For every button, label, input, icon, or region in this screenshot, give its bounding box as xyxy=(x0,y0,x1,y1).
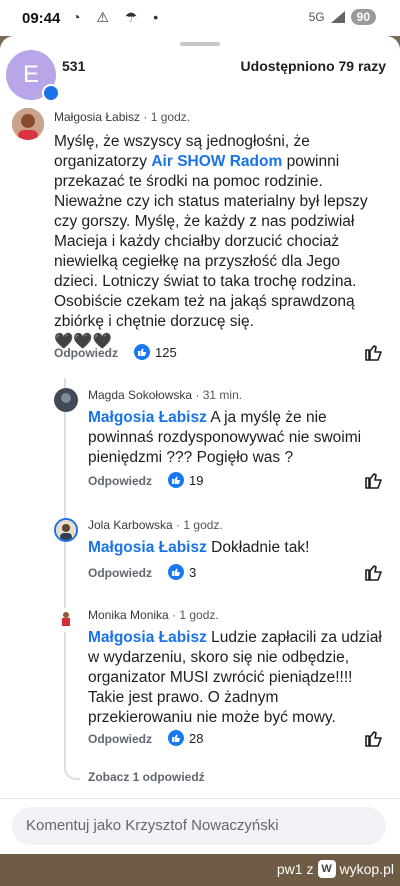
see-more-replies-link[interactable]: Zobacz 1 odpowiedź xyxy=(88,770,205,784)
reply-button[interactable]: Odpowiedz xyxy=(54,346,118,360)
battery-icon: 90 xyxy=(350,9,376,25)
notification-icons: ◔ ⚠ ☂ • xyxy=(72,9,165,25)
watermark-user: pw1 xyxy=(276,861,303,877)
like-number: 28 xyxy=(189,730,204,746)
status-bar: 09:44 ◔ ⚠ ☂ • 5G 90 xyxy=(0,0,400,36)
shares-count[interactable]: Udostępniono 79 razy xyxy=(241,58,386,74)
wifi-signal-icon xyxy=(330,11,345,23)
mention-link[interactable]: Małgosia Łabisz xyxy=(88,539,207,556)
user-photo-icon xyxy=(54,388,78,412)
comment-text: Myślę, że wszyscy są jednogłośni, że org… xyxy=(54,132,380,352)
comment-text: Małgosia Łabisz Ludzie zapłacili za udzi… xyxy=(88,628,384,728)
comments-sheet: 531 Udostępniono 79 razy E Małgosia Łabi… xyxy=(0,36,400,854)
reply-button[interactable]: Odpowiedz xyxy=(88,732,152,746)
comment-input[interactable]: Komentuj jako Krzysztof Nowaczyński xyxy=(12,807,386,845)
comment-author-line: Jola Karbowska · 1 godz. xyxy=(88,518,223,532)
like-badge-icon xyxy=(168,564,184,580)
like-badge-icon xyxy=(168,472,184,488)
comment-author[interactable]: Magda Sokołowska xyxy=(88,388,192,402)
thread-line xyxy=(64,378,66,768)
reply-button[interactable]: Odpowiedz xyxy=(88,566,152,580)
like-count[interactable]: 125 xyxy=(134,344,177,360)
avatar-malgosia[interactable] xyxy=(12,108,44,140)
comment-author-line: Magda Sokołowska · 31 min. xyxy=(88,388,243,402)
comment-time[interactable]: 1 godz. xyxy=(183,518,222,532)
comment-author-line: Małgosia Łabisz · 1 godz. xyxy=(54,110,191,124)
comment-text: Małgosia Łabisz A ja myślę że nie powinn… xyxy=(88,408,378,468)
messenger-badge-icon xyxy=(42,84,60,102)
avatar-monika[interactable] xyxy=(54,608,78,632)
like-number: 3 xyxy=(189,564,197,580)
mention-link[interactable]: Małgosia Łabisz xyxy=(88,629,207,646)
wykop-logo-icon: W xyxy=(317,860,336,878)
user-photo-icon xyxy=(54,608,78,632)
comment-time[interactable]: 31 min. xyxy=(203,388,242,402)
reactions-count[interactable]: 531 xyxy=(62,58,85,74)
reply-button[interactable]: Odpowiedz xyxy=(88,474,152,488)
comment-author[interactable]: Małgosia Łabisz xyxy=(54,110,140,124)
thumbs-up-icon[interactable] xyxy=(364,470,384,490)
comment-author[interactable]: Monika Monika xyxy=(88,608,169,622)
drag-handle[interactable] xyxy=(180,42,220,46)
comment-author[interactable]: Jola Karbowska xyxy=(88,518,173,532)
comment-text-part: Dokładnie tak! xyxy=(206,539,310,556)
like-number: 125 xyxy=(155,344,177,360)
watermark-mid: z xyxy=(306,861,314,877)
comment-text-part: powinni przekazać te środki na pomoc rod… xyxy=(54,153,368,290)
comment-time[interactable]: 1 godz. xyxy=(151,110,190,124)
thumbs-up-icon[interactable] xyxy=(364,562,384,582)
background-strip: pw1 z W wykop.pl xyxy=(0,854,400,886)
user-photo-icon xyxy=(12,108,44,140)
avatar-magda[interactable] xyxy=(54,388,78,412)
status-right: 5G 90 xyxy=(309,9,376,25)
avatar-jola[interactable] xyxy=(54,518,78,542)
comment-author-line: Monika Monika · 1 godz. xyxy=(88,608,219,622)
like-number: 19 xyxy=(189,472,204,488)
like-count[interactable]: 3 xyxy=(168,564,196,580)
like-count[interactable]: 28 xyxy=(168,730,203,746)
post-stats: 531 Udostępniono 79 razy xyxy=(0,58,400,82)
comment-text: Małgosia Łabisz Dokładnie tak! xyxy=(88,538,378,558)
avatar-letter: E xyxy=(22,61,39,88)
thumbs-up-icon[interactable] xyxy=(364,728,384,748)
page-tag-link[interactable]: Air SHOW Radom xyxy=(151,153,282,170)
like-badge-icon xyxy=(168,730,184,746)
like-badge-icon xyxy=(134,344,150,360)
status-time: 09:44 xyxy=(22,10,61,27)
comment-text-line: Osobiście czekam też na jakąś sprawdzoną… xyxy=(54,293,355,330)
nested-thread-line xyxy=(64,748,80,780)
comment-input-placeholder: Komentuj jako Krzysztof Nowaczyński xyxy=(26,817,279,834)
watermark: pw1 z W wykop.pl xyxy=(277,860,394,878)
like-count[interactable]: 19 xyxy=(168,472,203,488)
thumbs-up-icon[interactable] xyxy=(364,342,384,362)
mention-link[interactable]: Małgosia Łabisz xyxy=(88,409,207,426)
comment-composer-area: Komentuj jako Krzysztof Nowaczyński xyxy=(0,798,400,854)
comment-time[interactable]: 1 godz. xyxy=(179,608,218,622)
watermark-site: wykop.pl xyxy=(339,861,394,877)
signal-icon: 5G xyxy=(308,10,325,24)
user-photo-icon xyxy=(56,520,76,540)
